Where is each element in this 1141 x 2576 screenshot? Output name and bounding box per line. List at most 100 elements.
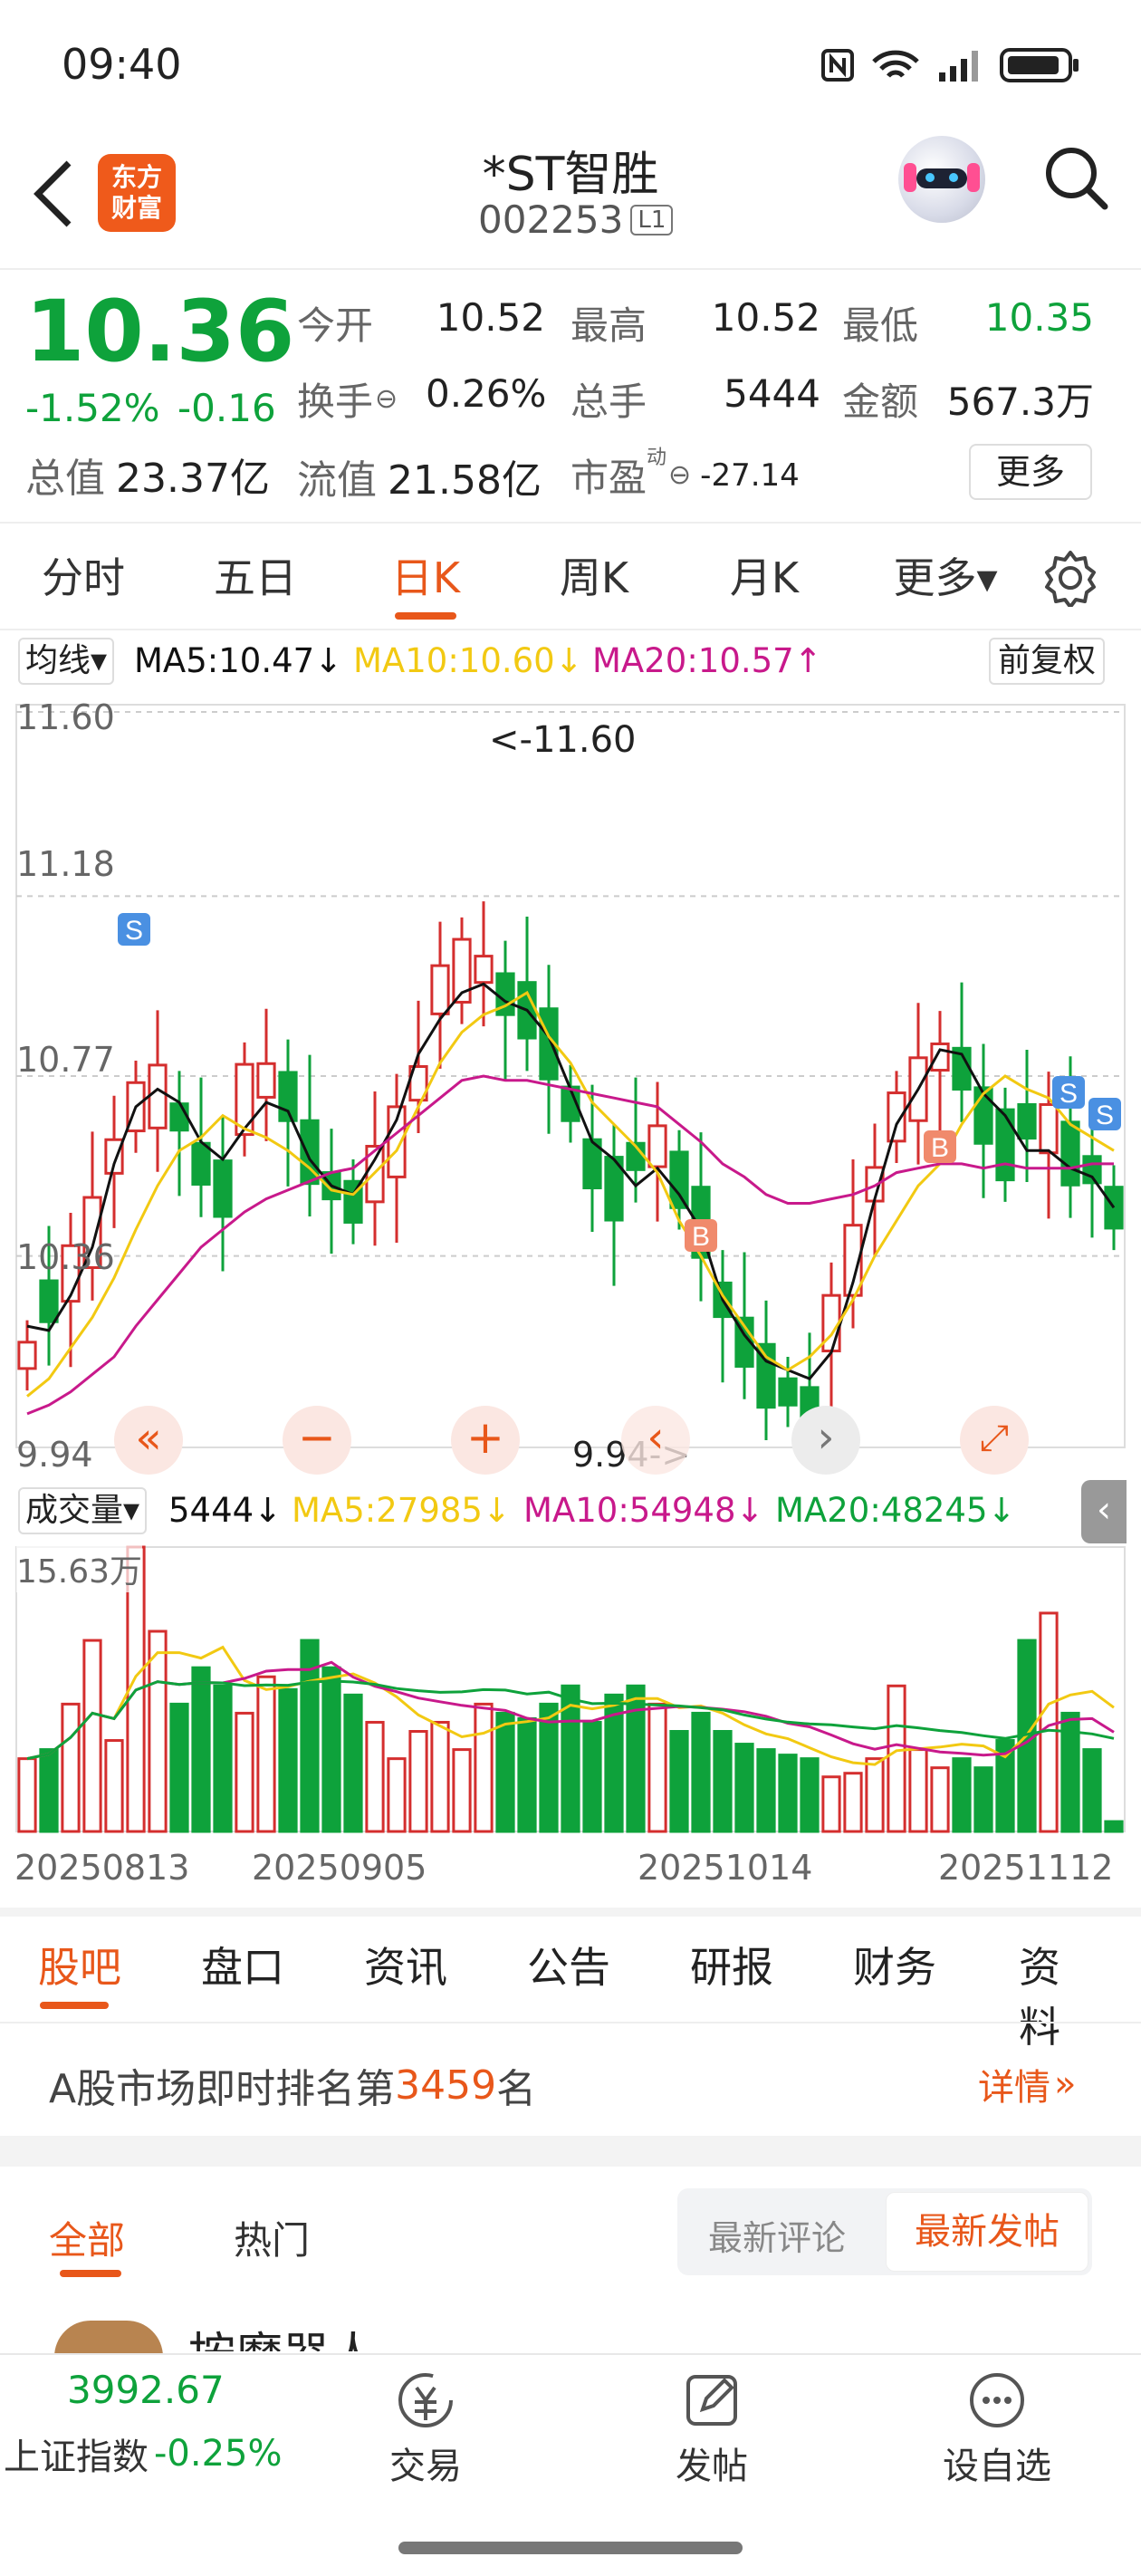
current-price: 10.36 bbox=[25, 283, 295, 381]
volume-bar bbox=[952, 1757, 972, 1833]
search-icon[interactable] bbox=[1043, 145, 1110, 212]
trade-label: 交易 bbox=[389, 2446, 462, 2487]
tab-1[interactable]: 五日 bbox=[214, 545, 297, 605]
trade-button[interactable]: 交易 bbox=[380, 2368, 471, 2489]
signal-s-3[interactable]: S bbox=[1088, 1098, 1121, 1130]
rank-detail-link[interactable]: 详情 » bbox=[978, 2058, 1076, 2110]
edit-post-icon bbox=[686, 2375, 737, 2426]
amount-value: 567.3万 bbox=[946, 380, 1094, 424]
filter-all[interactable]: 全部 bbox=[49, 2210, 125, 2265]
volume-bar bbox=[713, 1730, 733, 1833]
info-icon[interactable]: ⊖ bbox=[375, 383, 398, 415]
sort-latest-post[interactable]: 最新发帖 bbox=[886, 2192, 1088, 2272]
volume-bar bbox=[756, 1748, 776, 1833]
volume-bar bbox=[104, 1739, 124, 1833]
candle-body bbox=[647, 1124, 667, 1168]
candle-body bbox=[169, 1102, 189, 1132]
volume-bar bbox=[800, 1757, 820, 1833]
candle-body bbox=[430, 964, 450, 1015]
change-pct: -1.52% bbox=[25, 386, 160, 430]
kline-chart[interactable]: SBBSS bbox=[0, 692, 1141, 1480]
tab-0[interactable]: 分时 bbox=[42, 545, 125, 605]
index-value[interactable]: 3992.67 bbox=[67, 2368, 225, 2412]
section-tab-2[interactable]: 资讯 bbox=[364, 1935, 447, 1994]
ma-dropdown[interactable]: 均线▾ bbox=[18, 638, 115, 685]
section-tab-1[interactable]: 盘口 bbox=[201, 1935, 284, 1994]
watchlist-button[interactable]: 设自选 bbox=[938, 2368, 1056, 2489]
filter-underline bbox=[60, 2270, 121, 2277]
collapse-panel-icon[interactable]: ‹ bbox=[1081, 1480, 1127, 1543]
rank-row: A股市场即时排名第 3459 名 bbox=[49, 2056, 536, 2114]
y-label-max: 11.60 bbox=[16, 697, 115, 737]
section-tab-3[interactable]: 公告 bbox=[527, 1935, 610, 1994]
signal-b-2[interactable]: B bbox=[924, 1130, 956, 1163]
robot-assistant-icon[interactable] bbox=[898, 136, 985, 223]
pe-label: 市盈 bbox=[570, 456, 647, 500]
scroll-left-icon[interactable]: « bbox=[114, 1406, 183, 1475]
volume-bar bbox=[278, 1687, 298, 1833]
float-row: 流值 21.58亿 bbox=[297, 447, 542, 505]
open-value: 10.52 bbox=[436, 295, 545, 340]
tab-2[interactable]: 日K bbox=[391, 545, 460, 605]
tab-4[interactable]: 月K bbox=[730, 545, 799, 605]
high-label: 最高 bbox=[570, 303, 647, 348]
volume-bar bbox=[1039, 1611, 1059, 1833]
zoom-in-icon[interactable]: + bbox=[451, 1406, 520, 1475]
volume-value: 5444 bbox=[724, 371, 820, 416]
fullscreen-icon[interactable]: ⤢ bbox=[960, 1406, 1029, 1475]
post-author[interactable]: 按摩器人 bbox=[188, 2326, 377, 2351]
zoom-out-icon[interactable]: − bbox=[283, 1406, 351, 1475]
vol-ma10: MA10:54948↓ bbox=[523, 1491, 764, 1530]
section-tab-4[interactable]: 研报 bbox=[690, 1935, 773, 1994]
float-value: 21.58亿 bbox=[388, 457, 542, 504]
y-label-4: 10.36 bbox=[16, 1237, 115, 1277]
volume-bar bbox=[191, 1666, 211, 1833]
section-tabs: 股吧 盘口 资讯 公告 研报 财务 资料 bbox=[0, 1935, 1141, 2052]
volume-bar bbox=[321, 1666, 341, 1833]
volume-dropdown[interactable]: 成交量▾ bbox=[18, 1487, 148, 1534]
watchlist-label: 设自选 bbox=[943, 2446, 1051, 2487]
section-tab-6[interactable]: 资料 bbox=[1019, 1935, 1100, 2054]
volume-bar bbox=[1082, 1748, 1102, 1833]
ma5-label: MA5:10.47↓ bbox=[134, 641, 343, 680]
home-indicator bbox=[398, 2542, 743, 2554]
volume-bar bbox=[930, 1766, 950, 1833]
level-badge: L1 bbox=[630, 204, 674, 235]
volume-chart[interactable] bbox=[0, 1540, 1141, 1839]
status-icons bbox=[820, 45, 1082, 85]
volume-bar bbox=[691, 1711, 711, 1833]
filter-hot[interactable]: 热门 bbox=[234, 2210, 310, 2265]
index-row[interactable]: 上证指数 -0.25% bbox=[4, 2427, 283, 2480]
volume-label: 总手 bbox=[570, 380, 647, 424]
volume-bar bbox=[387, 1757, 407, 1833]
volume-bar bbox=[452, 1748, 472, 1833]
signal-s-1-text: S bbox=[125, 916, 143, 946]
adjust-button[interactable]: 前复权 bbox=[989, 638, 1106, 685]
more-button[interactable]: 更多 bbox=[969, 444, 1092, 500]
post-label: 发帖 bbox=[676, 2446, 748, 2487]
section-tab-5[interactable]: 财务 bbox=[853, 1935, 936, 1994]
tab-5[interactable]: 更多▾ bbox=[893, 545, 997, 605]
sort-latest-comment[interactable]: 最新评论 bbox=[708, 2210, 846, 2260]
tab-3[interactable]: 周K bbox=[560, 545, 628, 605]
signal-s-1[interactable]: S bbox=[118, 913, 150, 946]
pe-info-icon[interactable]: ⊖ bbox=[668, 459, 691, 491]
volume-bar bbox=[365, 1720, 385, 1833]
volume-bar bbox=[865, 1757, 885, 1833]
prev-icon[interactable]: ‹ bbox=[621, 1406, 690, 1475]
post-avatar[interactable] bbox=[54, 2321, 163, 2357]
section-tab-0[interactable]: 股吧 bbox=[38, 1935, 121, 1994]
volume-bar bbox=[517, 1716, 537, 1833]
signal-b-1[interactable]: B bbox=[685, 1219, 717, 1252]
volume-bar bbox=[778, 1754, 798, 1833]
pe-value: -27.14 bbox=[700, 457, 800, 494]
volume-bar bbox=[169, 1702, 189, 1833]
divider bbox=[0, 1908, 1141, 1917]
next-icon[interactable]: › bbox=[791, 1406, 860, 1475]
index-change: -0.25% bbox=[154, 2433, 283, 2475]
ma20-label: MA20:10.57↑ bbox=[592, 641, 822, 680]
post-button[interactable]: 发帖 bbox=[666, 2368, 757, 2489]
signal-s-2[interactable]: S bbox=[1052, 1076, 1085, 1109]
pe-row: 市盈 动 ⊖ -27.14 bbox=[570, 447, 800, 503]
settings-gear-icon[interactable] bbox=[1041, 549, 1099, 607]
